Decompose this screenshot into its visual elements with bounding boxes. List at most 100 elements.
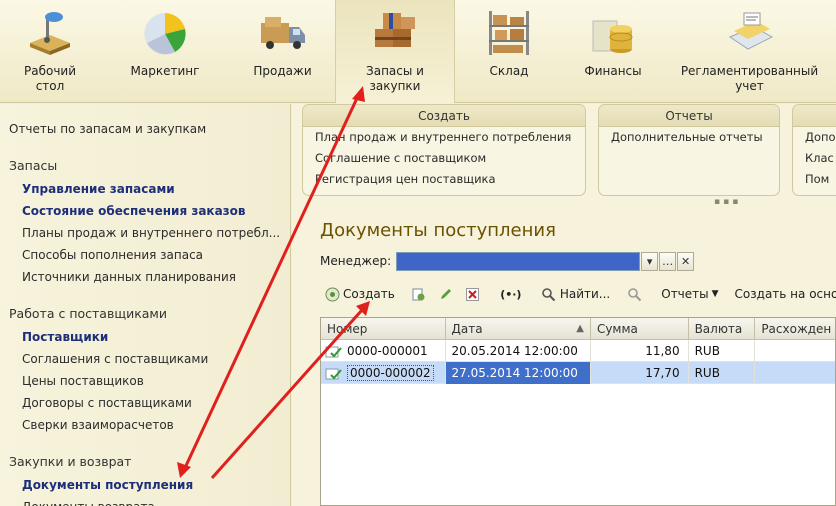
panel-resize-handle[interactable]: ▪▪▪ (714, 197, 741, 207)
posted-document-icon (325, 368, 342, 379)
create-circle-icon (324, 286, 340, 302)
section-warehouse[interactable]: Склад (455, 0, 563, 103)
create-button-label: Создать (343, 287, 395, 301)
manager-dropdown-button[interactable]: ▾ (641, 251, 659, 271)
manager-clear-button[interactable]: ✕ (677, 251, 695, 271)
copy-icon (411, 286, 427, 302)
nav-item-order-fulfillment[interactable]: Состояние обеспечения заказов (0, 200, 290, 222)
cell-number: 0000-000001 (321, 340, 446, 362)
create-price-registration-link[interactable]: Регистрация цен поставщика (303, 169, 585, 190)
section-sales[interactable]: Продажи (230, 0, 335, 103)
section-marketing[interactable]: Маркетинг (100, 0, 230, 103)
nav-item-receipt-documents[interactable]: Документы поступления (0, 474, 290, 496)
find-button-label: Найти... (559, 287, 611, 301)
create-based-on-label: Создать на основ (734, 287, 836, 301)
cell-currency: RUB (689, 340, 756, 362)
table-row[interactable]: 0000-000001 20.05.2014 12:00:00 11,80 RU… (321, 340, 835, 362)
warehouse-shelf-icon (481, 5, 537, 61)
cancel-search-button[interactable] (622, 283, 649, 305)
clear-icon: ✕ (681, 254, 691, 268)
desk-icon (22, 5, 78, 61)
ellipsis-icon: … (662, 254, 674, 268)
column-number[interactable]: Номер (321, 318, 446, 340)
nav-group-suppliers: Работа с поставщиками (9, 306, 167, 321)
chevron-down-icon: ▼ (711, 289, 719, 299)
panel-create: Создать План продаж и внутреннего потреб… (302, 104, 586, 196)
panel-service-title (793, 105, 836, 127)
nav-item-reconciliations[interactable]: Сверки взаиморасчетов (0, 414, 290, 436)
column-date[interactable]: Дата ▲ (446, 318, 591, 340)
list-toolbar: Создать (•·) Найти... Отчеты ▼ Создать н… (320, 282, 836, 306)
create-supplier-agreement-link[interactable]: Соглашение с поставщиком (303, 148, 585, 169)
nav-item-supplier-prices[interactable]: Цены поставщиков (0, 370, 290, 392)
nav-item-suppliers[interactable]: Поставщики (0, 326, 290, 348)
cell-number: 0000-000002 (321, 362, 446, 384)
nav-item-supplier-agreements[interactable]: Соглашения с поставщиками (0, 348, 290, 370)
nav-group-inventory: Запасы (9, 158, 58, 173)
nav-item-supplier-contracts[interactable]: Договоры с поставщиками (0, 392, 290, 414)
nav-item-replenishment-methods[interactable]: Способы пополнения запаса (0, 244, 290, 266)
table-row[interactable]: 0000-000002 27.05.2014 12:00:00 17,70 RU… (321, 362, 835, 384)
reports-menu-label: Отчеты (661, 287, 709, 301)
boxes-icon (367, 5, 423, 61)
column-sum[interactable]: Сумма (591, 318, 689, 340)
section-regulated-accounting[interactable]: Регламентированный учет (663, 0, 836, 103)
column-date-label: Дата (451, 322, 483, 336)
delete-button[interactable] (461, 283, 488, 305)
column-discrepancy[interactable]: Расхожден (755, 318, 835, 340)
cell-sum: 11,80 (591, 340, 689, 362)
main-area: Создать План продаж и внутреннего потреб… (292, 104, 836, 506)
section-desktop[interactable]: Рабочий стол (0, 0, 100, 103)
cell-currency: RUB (689, 362, 756, 384)
action-panels: Создать План продаж и внутреннего потреб… (302, 104, 836, 207)
nav-item-planning-sources[interactable]: Источники данных планирования (0, 266, 290, 288)
reports-menu-button[interactable]: Отчеты ▼ (657, 283, 722, 305)
truck-icon (255, 5, 311, 61)
cell-discrepancy (755, 340, 835, 362)
dropdown-arrow-icon: ▾ (646, 254, 653, 268)
create-button[interactable]: Создать (320, 283, 399, 305)
nav-item-sales-plans[interactable]: Планы продаж и внутреннего потребл... (0, 222, 290, 244)
section-finance[interactable]: Финансы (563, 0, 663, 103)
nav-inventory-reports[interactable]: Отчеты по запасам и закупкам (0, 122, 290, 140)
manager-input[interactable] (396, 251, 641, 271)
nav-item-inventory-management[interactable]: Управление запасами (0, 178, 290, 200)
table-header: Номер Дата ▲ Сумма Валюта Расхожден (321, 318, 835, 340)
section-inventory-purchases[interactable]: Запасы и закупки (335, 0, 455, 103)
post-icon: (•·) (500, 287, 522, 301)
cell-date: 27.05.2014 12:00:00 (445, 362, 591, 384)
ledger-icon (722, 5, 778, 61)
pencil-icon (438, 286, 454, 302)
document-number: 0000-000002 (347, 365, 434, 381)
panel-reports: Отчеты Дополнительные отчеты (598, 104, 780, 196)
manager-filter: Менеджер: ▾ … ✕ (320, 251, 695, 271)
column-currency[interactable]: Валюта (689, 318, 756, 340)
manager-select-button[interactable]: … (659, 251, 677, 271)
service-link-1[interactable]: Допо (793, 127, 836, 148)
nav-item-return-documents[interactable]: Документы возврата (0, 496, 290, 506)
cell-date: 20.05.2014 12:00:00 (446, 340, 591, 362)
cell-sum: 17,70 (591, 362, 689, 384)
panel-service: Допо Клас Пом (792, 104, 836, 196)
section-bar: Рабочий стол Маркетинг Продажи Запасы и … (0, 0, 836, 103)
search-icon (541, 286, 557, 302)
sort-ascending-icon: ▲ (576, 323, 584, 334)
post-button[interactable]: (•·) (496, 283, 529, 305)
form-title: Документы поступления (320, 220, 556, 241)
edit-button[interactable] (434, 283, 461, 305)
service-link-3[interactable]: Пом (793, 169, 836, 190)
manager-label: Менеджер: (320, 254, 392, 268)
nav-group-purchases-returns: Закупки и возврат (9, 454, 132, 469)
coins-icon (585, 5, 641, 61)
create-based-on-button[interactable]: Создать на основ (731, 283, 836, 305)
document-number: 0000-000001 (347, 344, 428, 358)
create-sales-plan-link[interactable]: План продаж и внутреннего потребления (303, 127, 585, 148)
service-link-2[interactable]: Клас (793, 148, 836, 169)
copy-button[interactable] (407, 283, 434, 305)
additional-reports-link[interactable]: Дополнительные отчеты (599, 127, 779, 148)
find-button[interactable]: Найти... (537, 283, 614, 305)
cell-discrepancy (755, 362, 835, 384)
left-navigation: Отчеты по запасам и закупкам Запасы Упра… (0, 104, 291, 506)
delete-mark-icon (465, 286, 481, 302)
panel-reports-title: Отчеты (599, 105, 779, 127)
